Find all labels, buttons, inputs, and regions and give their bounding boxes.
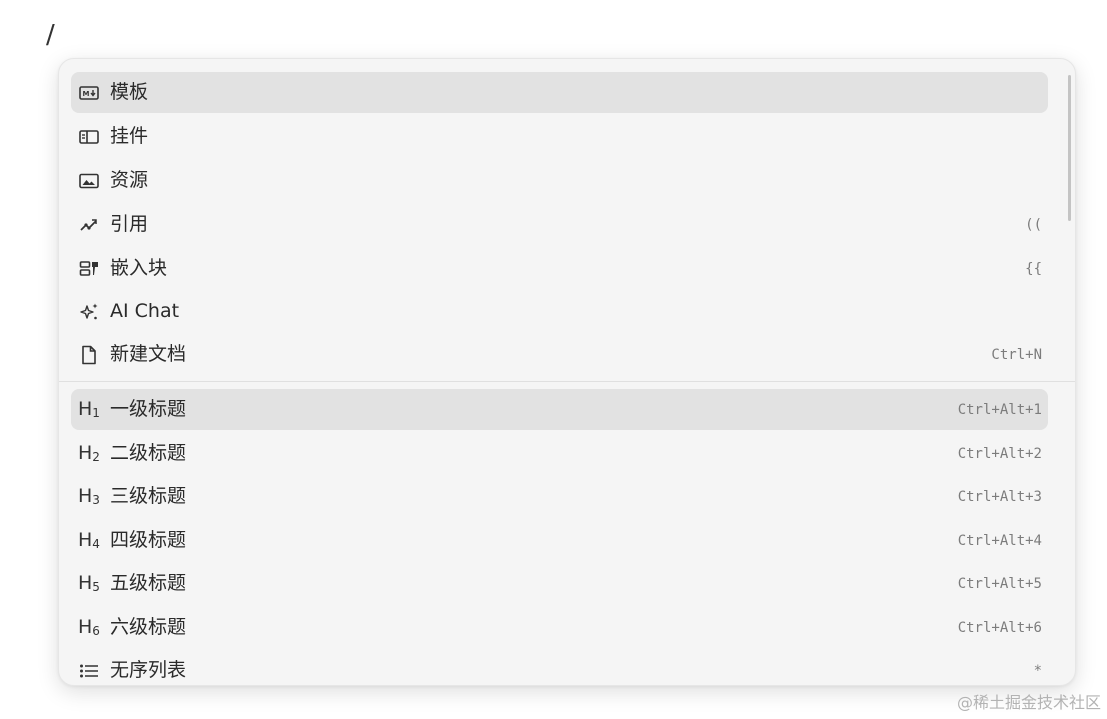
reference-link-icon: [79, 215, 99, 235]
menu-item-asset[interactable]: 资源: [71, 160, 1048, 201]
menu-item-shortcut: Ctrl+Alt+6: [957, 620, 1042, 636]
svg-text:M: M: [83, 90, 90, 98]
menu-item-widget[interactable]: 挂件: [71, 116, 1048, 157]
markdown-template-icon: M: [79, 83, 99, 103]
menu-item-shortcut: Ctrl+Alt+3: [957, 489, 1042, 505]
editor-page: / M 模板 挂件 资源 引用 ((嵌入块 {{AI Chat 新建文档 C…: [0, 0, 1107, 719]
menu-item-shortcut: ((: [1025, 217, 1042, 233]
menu-item-label: 模板: [110, 81, 149, 103]
menu-item-label: 四级标题: [110, 529, 187, 551]
heading-3-icon: H3: [78, 485, 100, 507]
heading-6-icon: H6: [78, 616, 100, 638]
slash-command-menu: M 模板 挂件 资源 引用 ((嵌入块 {{AI Chat 新建文档 Ctr…: [58, 58, 1076, 686]
widget-icon: [79, 127, 99, 147]
menu-item-label: 挂件: [110, 125, 149, 147]
menu-item-heading-5[interactable]: H5 五级标题 Ctrl+Alt+5: [71, 563, 1048, 604]
bullet-list-icon: [79, 661, 99, 681]
menu-item-label: 嵌入块: [110, 257, 168, 279]
image-asset-icon: [79, 171, 99, 191]
menu-item-heading-4[interactable]: H4 四级标题 Ctrl+Alt+4: [71, 520, 1048, 561]
menu-item-label: 一级标题: [110, 398, 187, 420]
menu-scrollbar[interactable]: [1068, 75, 1071, 221]
menu-item-heading-3[interactable]: H3 三级标题 Ctrl+Alt+3: [71, 476, 1048, 517]
menu-item-shortcut: Ctrl+Alt+1: [957, 402, 1042, 418]
menu-item-label: 六级标题: [110, 616, 187, 638]
menu-item-label: AI Chat: [110, 300, 180, 322]
menu-item-shortcut: {{: [1025, 261, 1042, 277]
menu-item-heading-2[interactable]: H2 二级标题 Ctrl+Alt+2: [71, 433, 1048, 474]
watermark-text: @稀土掘金技术社区: [956, 693, 1101, 712]
menu-item-template[interactable]: M 模板: [71, 72, 1048, 113]
heading-4-icon: H4: [78, 529, 100, 551]
menu-item-ai-chat[interactable]: AI Chat: [71, 291, 1048, 332]
menu-item-heading-6[interactable]: H6 六级标题 Ctrl+Alt+6: [71, 607, 1048, 648]
menu-item-label: 三级标题: [110, 485, 187, 507]
embed-block-icon: [79, 259, 99, 279]
menu-item-label: 五级标题: [110, 572, 187, 594]
menu-item-shortcut: *: [1033, 663, 1042, 679]
menu-divider: [59, 381, 1075, 382]
new-document-icon: [79, 345, 99, 365]
heading-5-icon: H5: [78, 572, 100, 594]
menu-item-reference[interactable]: 引用 ((: [71, 204, 1048, 245]
heading-1-icon: H1: [78, 398, 100, 420]
menu-item-label: 二级标题: [110, 442, 187, 464]
menu-item-heading-1[interactable]: H1 一级标题 Ctrl+Alt+1: [71, 389, 1048, 430]
menu-item-new-document[interactable]: 新建文档 Ctrl+N: [71, 334, 1048, 375]
menu-item-shortcut: Ctrl+Alt+5: [957, 576, 1042, 592]
menu-item-label: 资源: [110, 169, 149, 191]
sparkle-ai-icon: [79, 302, 99, 322]
slash-command-trigger: /: [46, 20, 55, 50]
menu-item-label: 新建文档: [110, 343, 187, 365]
menu-item-embed-block[interactable]: 嵌入块 {{: [71, 248, 1048, 289]
menu-item-label: 无序列表: [110, 659, 187, 681]
menu-item-shortcut: Ctrl+Alt+2: [957, 446, 1042, 462]
heading-2-icon: H2: [78, 442, 100, 464]
menu-item-shortcut: Ctrl+N: [991, 347, 1042, 363]
menu-item-bullet-list[interactable]: 无序列表 *: [71, 650, 1048, 685]
menu-item-shortcut: Ctrl+Alt+4: [957, 533, 1042, 549]
menu-item-label: 引用: [110, 213, 149, 235]
